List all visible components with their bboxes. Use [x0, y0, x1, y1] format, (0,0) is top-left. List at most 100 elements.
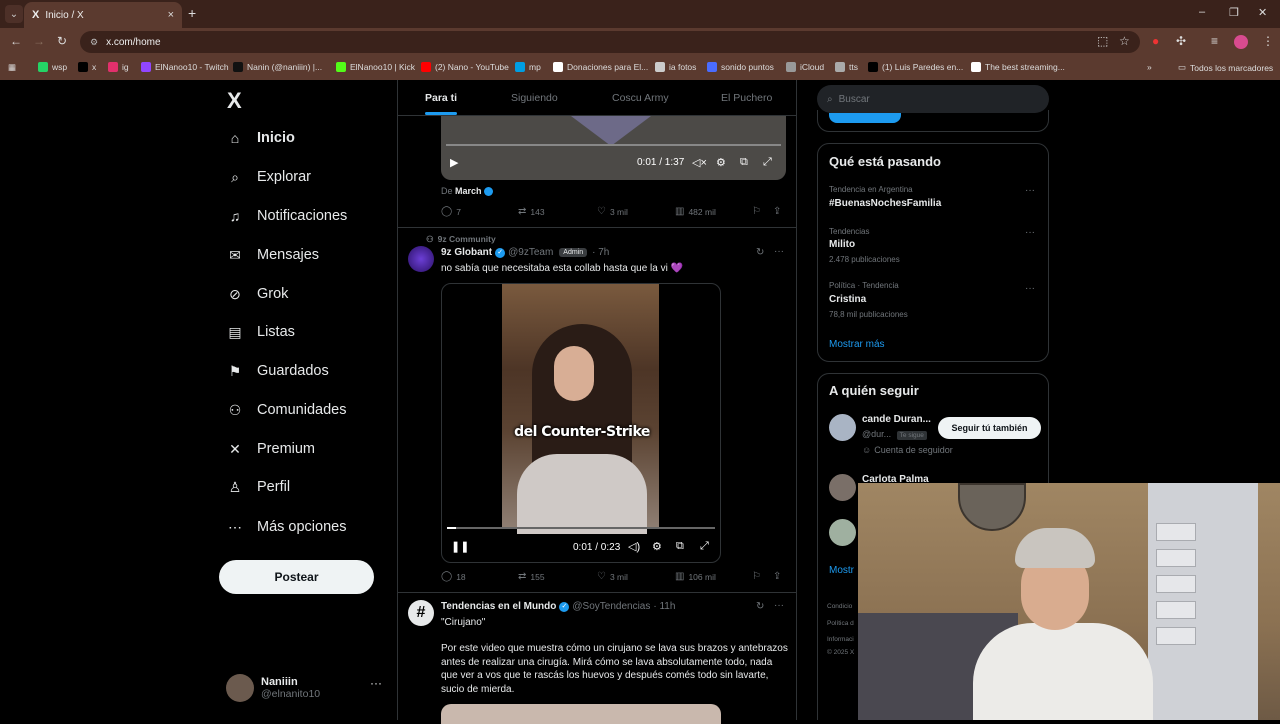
- apps-grid-icon[interactable]: ▦: [8, 62, 16, 73]
- bookmark-item[interactable]: sonido puntos: [707, 62, 774, 72]
- all-bookmarks-folder[interactable]: ▭ Todos los marcadores: [1178, 62, 1273, 73]
- bookmark-item[interactable]: iCloud: [786, 62, 824, 72]
- post2-video[interactable]: del Counter-Strike ❚❚ 0:01 / 0:23 ◁) ⚙ ⧉…: [441, 283, 721, 563]
- trend-title[interactable]: Cristina: [829, 294, 866, 305]
- window-close-button[interactable]: ✕: [1258, 6, 1267, 19]
- nav-item-guardados[interactable]: ⚑ Guardados: [226, 362, 329, 380]
- author-handle[interactable]: @9zTeam: [508, 247, 553, 258]
- nav-item-premium[interactable]: ✕ Premium: [226, 440, 315, 458]
- bookmark-item[interactable]: mp: [515, 62, 541, 72]
- repost-button[interactable]: ⇄ 143: [518, 206, 545, 217]
- tab-coscu-army[interactable]: Coscu Army: [612, 92, 669, 104]
- nav-item-comunidades[interactable]: ⚇ Comunidades: [226, 401, 347, 419]
- pause-icon[interactable]: ❚❚: [451, 540, 469, 553]
- nav-item-mensajes[interactable]: ✉ Mensajes: [226, 246, 319, 264]
- repost-button[interactable]: ⇄ 155: [518, 571, 545, 582]
- bookmark-button[interactable]: ⚐: [752, 206, 765, 217]
- show-more-link[interactable]: Mostrar más: [829, 339, 885, 350]
- subscribe-button-edge[interactable]: [829, 113, 901, 123]
- trend-title[interactable]: Milito: [829, 239, 855, 250]
- mute-icon[interactable]: ◁×: [692, 156, 707, 169]
- fullscreen-icon[interactable]: ⤢: [700, 540, 709, 553]
- x-logo-icon[interactable]: X: [227, 88, 242, 114]
- follow-back-button[interactable]: Seguir tú también: [938, 417, 1041, 439]
- reply-button[interactable]: ◯ 18: [441, 571, 466, 582]
- avatar[interactable]: [829, 474, 856, 501]
- trend-more-icon[interactable]: ···: [1025, 227, 1035, 238]
- site-info-icon[interactable]: ⚙: [90, 37, 98, 48]
- video-progress-bar[interactable]: [446, 144, 781, 146]
- legal-link[interactable]: Política d: [827, 620, 854, 627]
- bookmark-item[interactable]: Donaciones para El...: [553, 62, 648, 72]
- trend-title[interactable]: #BuenasNochesFamilia: [829, 198, 941, 209]
- volume-icon[interactable]: ◁): [628, 540, 640, 553]
- search-input[interactable]: ⌕ Buscar: [817, 85, 1049, 113]
- reload-icon[interactable]: ↻: [57, 34, 67, 48]
- browser-menu-icon[interactable]: ⋮: [1262, 34, 1274, 48]
- trend-more-icon[interactable]: ···: [1025, 283, 1035, 294]
- like-button[interactable]: ♡ 3 mil: [597, 206, 628, 217]
- pip-icon[interactable]: ⧉: [676, 540, 684, 553]
- window-minimize-button[interactable]: –: [1199, 6, 1205, 18]
- post-more-icon[interactable]: ···: [774, 600, 784, 611]
- post-time[interactable]: · 11h: [653, 601, 675, 612]
- bookmark-item[interactable]: (1) Luis Paredes en...: [868, 62, 963, 72]
- post-more-icon[interactable]: ···: [774, 246, 784, 257]
- new-tab-button[interactable]: +: [188, 5, 196, 21]
- post-button[interactable]: Postear: [219, 560, 374, 594]
- avatar[interactable]: [829, 414, 856, 441]
- tab-para-ti[interactable]: Para ti: [425, 92, 457, 104]
- author-name[interactable]: Tendencias en el Mundo: [441, 601, 556, 612]
- bookmark-button[interactable]: ⚐: [752, 571, 765, 582]
- back-icon[interactable]: ←: [10, 34, 22, 48]
- legal-link[interactable]: Condicio: [827, 603, 852, 610]
- bookmark-item[interactable]: The best streaming...: [971, 62, 1065, 72]
- bookmark-item[interactable]: ig: [108, 62, 129, 72]
- bookmark-item[interactable]: wsp: [38, 62, 67, 72]
- share-button[interactable]: ⇪: [773, 206, 785, 217]
- tab-el-puchero[interactable]: El Puchero: [721, 92, 772, 104]
- bookmark-star-icon[interactable]: ☆: [1119, 34, 1130, 48]
- avatar[interactable]: [408, 246, 434, 272]
- nav-item-inicio[interactable]: ⌂ Inicio: [226, 129, 295, 147]
- author-name[interactable]: 9z Globant: [441, 247, 492, 258]
- extension-icon[interactable]: ●: [1152, 34, 1159, 48]
- bookmarks-more-icon[interactable]: »: [1147, 62, 1152, 72]
- bookmark-item[interactable]: ia fotos: [655, 62, 696, 72]
- tab-siguiendo[interactable]: Siguiendo: [511, 92, 558, 104]
- account-switcher[interactable]: Naniiin @elnanito10 ···: [226, 674, 382, 702]
- author-handle[interactable]: @SoyTendencias: [572, 601, 650, 612]
- like-button[interactable]: ♡ 3 mil: [597, 571, 628, 582]
- settings-icon[interactable]: ⚙: [652, 540, 662, 553]
- nav-item-m-s-opciones[interactable]: ⋯ Más opciones: [226, 518, 346, 536]
- nav-item-notificaciones[interactable]: ♫ Notificaciones: [226, 207, 348, 225]
- trend-more-icon[interactable]: ···: [1025, 185, 1035, 196]
- follow-name[interactable]: cande Duran...: [862, 414, 931, 425]
- legal-link[interactable]: Informaci: [827, 636, 854, 643]
- reply-button[interactable]: ◯ 7: [441, 206, 461, 217]
- post-time[interactable]: · 7h: [592, 247, 609, 258]
- grok-icon[interactable]: ↻: [756, 247, 764, 258]
- post3-media[interactable]: [441, 704, 721, 724]
- share-button[interactable]: ⇪: [773, 571, 785, 582]
- nav-item-explorar[interactable]: ⌕ Explorar: [226, 168, 311, 186]
- views-button[interactable]: ▥ 106 mil: [675, 571, 716, 582]
- post1-video[interactable]: ▶ 0:01 / 1:37 ◁× ⚙ ⧉ ⤢: [441, 116, 786, 180]
- media-controls-icon[interactable]: ≡: [1211, 34, 1218, 48]
- nav-item-grok[interactable]: ⊘ Grok: [226, 285, 288, 303]
- forward-icon[interactable]: →: [33, 34, 45, 48]
- extensions-puzzle-icon[interactable]: ✣: [1176, 34, 1186, 48]
- avatar[interactable]: [829, 519, 856, 546]
- grok-icon[interactable]: ↻: [756, 601, 764, 612]
- fullscreen-icon[interactable]: ⤢: [763, 156, 772, 169]
- community-context[interactable]: ⚇ 9z Community: [426, 234, 496, 245]
- video-progress-bar[interactable]: [447, 527, 715, 529]
- nav-item-listas[interactable]: ▤ Listas: [226, 323, 295, 341]
- bookmark-item[interactable]: ElNanoo10 - Twitch: [141, 62, 229, 72]
- window-maximize-button[interactable]: ❐: [1229, 6, 1239, 19]
- pip-icon[interactable]: ⧉: [740, 156, 748, 169]
- profile-avatar-icon[interactable]: [1234, 35, 1248, 49]
- bookmark-item[interactable]: (2) Nano - YouTube: [421, 62, 509, 72]
- url-bar[interactable]: ⚙ x.com/home: [80, 31, 1140, 53]
- tab-close-icon[interactable]: ×: [168, 9, 174, 21]
